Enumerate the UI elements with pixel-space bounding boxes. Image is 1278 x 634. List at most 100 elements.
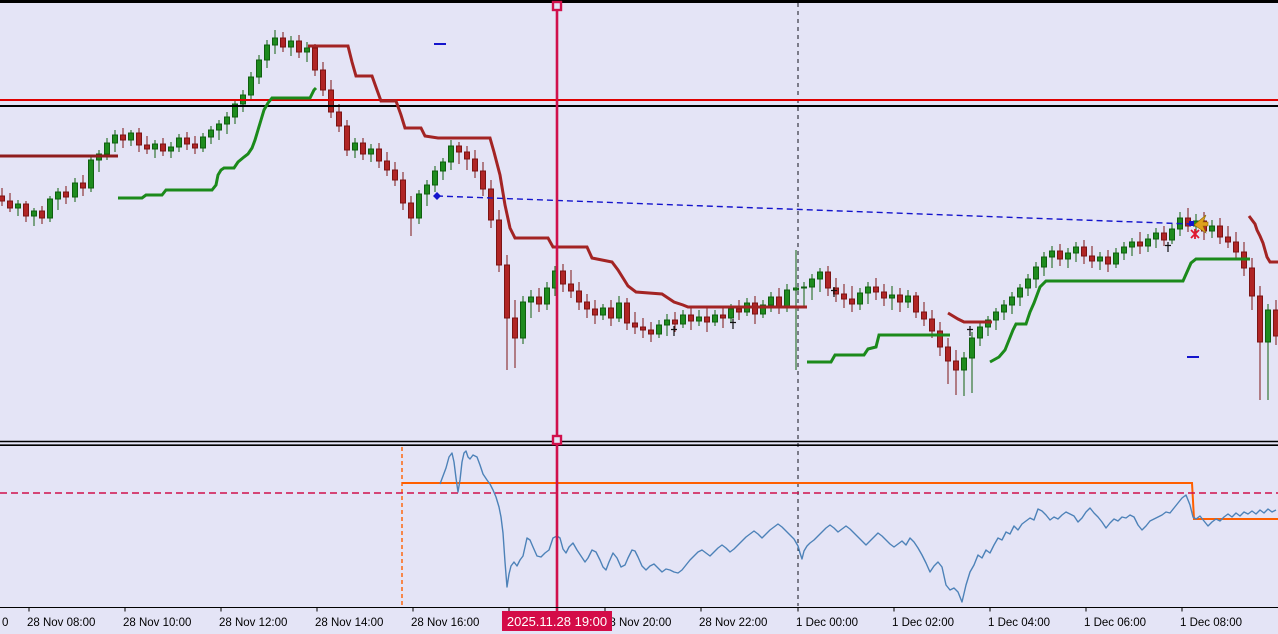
candle-body xyxy=(528,296,534,303)
candle-body xyxy=(656,324,662,335)
candle-body xyxy=(648,329,654,335)
candle-body xyxy=(160,143,166,152)
candle-body xyxy=(432,170,438,186)
time-axis-label-partial: 0 xyxy=(2,617,8,629)
candle-body xyxy=(168,146,174,152)
candle-body xyxy=(416,193,422,219)
time-axis-label: 1 Dec 02:00 xyxy=(892,617,954,629)
candle-body xyxy=(969,337,975,359)
candle-body xyxy=(15,203,21,209)
candle-body xyxy=(913,295,919,313)
candle-body xyxy=(664,319,670,326)
trading-chart-window[interactable]: 28 Nov 08:00 28 Nov 10:00 28 Nov 12:00 28 N… xyxy=(0,0,1278,634)
candle-body xyxy=(1081,246,1087,257)
chart-canvas[interactable]: 28 Nov 08:00 28 Nov 10:00 28 Nov 12:00 28 N… xyxy=(0,0,1278,634)
time-axis-label: 28 Nov 08:00 xyxy=(27,617,95,629)
candle-body xyxy=(736,308,742,313)
chart-background xyxy=(0,0,1278,634)
candle-body xyxy=(304,47,310,53)
candle-body xyxy=(688,314,694,322)
candle-body xyxy=(472,158,478,172)
candle-body xyxy=(456,145,462,153)
candle-body xyxy=(1249,267,1255,297)
candle-body xyxy=(921,311,927,320)
time-axis-label: 28 Nov 22:00 xyxy=(699,617,767,629)
candle-body xyxy=(256,59,262,78)
time-axis-label: 28 Nov 20:00 xyxy=(603,617,671,629)
candle-body xyxy=(55,191,61,200)
candle-body xyxy=(512,317,518,339)
candle-body xyxy=(608,307,614,319)
candle-body xyxy=(112,134,118,144)
time-axis-label: 28 Nov 10:00 xyxy=(123,617,191,629)
candle-body xyxy=(296,40,302,53)
candle-body xyxy=(857,292,863,305)
crosshair-handle[interactable] xyxy=(551,0,563,12)
candle-body xyxy=(448,145,454,163)
candle-body xyxy=(496,219,502,266)
candle-body xyxy=(784,289,790,309)
candle-body xyxy=(1257,295,1263,343)
candle-body xyxy=(1065,252,1071,260)
candle-body xyxy=(152,143,158,150)
candle-body xyxy=(336,111,342,127)
candle-body xyxy=(696,316,702,322)
candle-body xyxy=(128,132,134,141)
candle-body xyxy=(865,286,871,294)
candle-body xyxy=(176,137,182,148)
candle-body xyxy=(288,40,294,48)
candle-body xyxy=(384,160,390,171)
time-axis-label: 1 Dec 08:00 xyxy=(1180,617,1242,629)
time-axis-label: 1 Dec 06:00 xyxy=(1084,617,1146,629)
candle-body xyxy=(392,169,398,181)
candle-body xyxy=(23,203,29,217)
candle-body xyxy=(376,148,382,162)
candle-body xyxy=(7,200,13,209)
candle-body xyxy=(1033,266,1039,280)
candle-body xyxy=(536,296,542,305)
candle-body xyxy=(1217,225,1223,238)
candle-body xyxy=(953,360,959,371)
candle-body xyxy=(881,291,887,299)
candle-body xyxy=(672,319,678,325)
candle-body xyxy=(1089,255,1095,262)
candle-body xyxy=(584,301,590,310)
candle-body xyxy=(680,314,686,325)
time-axis-label: 1 Dec 04:00 xyxy=(988,617,1050,629)
trendline-end-handle[interactable] xyxy=(1189,221,1194,226)
candle-body xyxy=(136,132,142,146)
candle-body xyxy=(1025,278,1031,289)
candle-body xyxy=(480,170,486,190)
candle-body xyxy=(576,290,582,303)
candle-body xyxy=(817,271,823,280)
candle-body xyxy=(544,287,550,305)
candle-body xyxy=(1121,246,1127,254)
candle-body xyxy=(1049,250,1055,258)
candle-body xyxy=(1073,246,1079,254)
candle-body xyxy=(47,198,53,219)
time-axis-label: 1 Dec 00:00 xyxy=(796,617,858,629)
candle-body xyxy=(632,322,638,328)
crosshair-handle[interactable] xyxy=(551,434,563,446)
candle-body xyxy=(368,148,374,155)
candle-body xyxy=(1273,309,1278,337)
candle-body xyxy=(504,264,510,319)
candle-body xyxy=(1001,304,1007,313)
candle-body xyxy=(728,308,734,319)
candle-body xyxy=(1129,241,1135,248)
candle-body xyxy=(961,357,967,371)
candle-body xyxy=(104,142,110,155)
candle-body xyxy=(80,182,86,189)
candle-body xyxy=(39,210,45,219)
candle-body xyxy=(993,311,999,321)
candle-body xyxy=(897,294,903,303)
candle-body xyxy=(1009,296,1015,306)
candle-body xyxy=(905,295,911,303)
candle-body xyxy=(264,44,270,61)
candle-body xyxy=(1041,256,1047,268)
candle-body xyxy=(937,330,943,348)
candle-body xyxy=(248,76,254,96)
candle-body xyxy=(568,283,574,292)
candle-body xyxy=(704,316,710,323)
candle-body xyxy=(352,142,358,151)
